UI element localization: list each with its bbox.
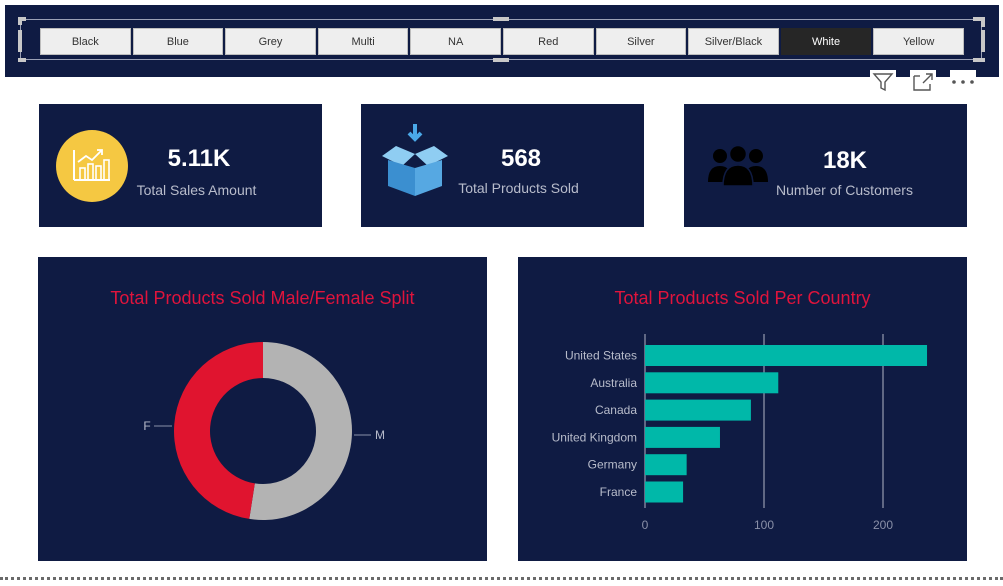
kpi-value: 5.11K xyxy=(167,145,231,172)
page-border-dotted xyxy=(0,577,1003,580)
bar-australia[interactable] xyxy=(645,372,779,394)
x-tick-label: 0 xyxy=(642,518,649,532)
slicer-option-yellow[interactable]: Yellow xyxy=(873,28,964,55)
category-label: United Kingdom xyxy=(552,430,637,444)
bar-canada[interactable] xyxy=(645,399,751,421)
category-label: United States xyxy=(565,349,637,363)
kpi-label: Total Sales Amount xyxy=(136,182,257,198)
slicer-option-multi[interactable]: Multi xyxy=(317,28,409,55)
kpi-label: Total Products Sold xyxy=(458,180,579,196)
filter-icon[interactable] xyxy=(870,70,896,94)
donut-label-m: M xyxy=(375,428,385,442)
slicer-option-na[interactable]: NA xyxy=(410,28,501,55)
donut-slice-m[interactable] xyxy=(249,342,352,520)
bar-germany[interactable] xyxy=(645,454,687,476)
resize-handle-top-right-v[interactable] xyxy=(981,17,985,27)
sales-chart-icon xyxy=(56,130,128,202)
donut-slice-f[interactable] xyxy=(173,342,263,519)
kpi-label: Number of Customers xyxy=(776,182,913,198)
resize-handle-top-left-v[interactable] xyxy=(18,17,22,25)
slicer-option-white[interactable]: White xyxy=(780,28,872,55)
customers-icon xyxy=(708,144,768,186)
donut-chart: FM xyxy=(143,342,385,520)
bar-chart-panel[interactable]: Total Products Sold Per Country 0 100 200 U… xyxy=(518,257,967,561)
color-slicer-options: Black Blue Grey Multi NA Red Silver Silv… xyxy=(40,28,964,55)
donut-chart-panel[interactable]: Total Products Sold Male/Female Split FM xyxy=(38,257,487,561)
category-label: Germany xyxy=(588,458,637,472)
slicer-option-blue[interactable]: Blue xyxy=(132,28,224,55)
bar-united-kingdom[interactable] xyxy=(645,426,720,448)
x-tick-label: 200 xyxy=(873,518,893,532)
resize-handle-left[interactable] xyxy=(18,30,22,52)
kpi-value: 568 xyxy=(500,145,542,172)
kpi-value: 18K xyxy=(822,147,868,174)
visual-header xyxy=(870,70,976,94)
slicer-option-red[interactable]: Red xyxy=(502,28,594,55)
resize-handle-bottom-left[interactable] xyxy=(18,58,26,62)
more-options-icon[interactable] xyxy=(950,70,976,94)
slicer-option-silver[interactable]: Silver xyxy=(595,28,687,55)
donut-label-f: F xyxy=(143,419,150,433)
kpi-card-products-sold[interactable]: 568 Total Products Sold xyxy=(361,104,644,227)
x-tick-label: 100 xyxy=(754,518,774,532)
focus-mode-icon[interactable] xyxy=(910,70,936,94)
category-label: Canada xyxy=(595,403,637,417)
resize-handle-bottom[interactable] xyxy=(493,58,509,62)
slicer-option-grey[interactable]: Grey xyxy=(225,28,316,55)
resize-handle-right[interactable] xyxy=(981,30,985,52)
bar-chart: 0 100 200 United States Australia Canada Unite… xyxy=(552,334,928,532)
bar-france[interactable] xyxy=(645,481,684,503)
slicer-option-silver-black[interactable]: Silver/Black xyxy=(688,28,779,55)
kpi-card-customers[interactable]: 18K Number of Customers xyxy=(684,104,967,227)
open-box-icon xyxy=(382,124,448,196)
resize-handle-bottom-right[interactable] xyxy=(973,58,985,62)
category-label: Australia xyxy=(590,376,637,390)
slicer-option-black[interactable]: Black xyxy=(40,28,131,55)
bar-united-states[interactable] xyxy=(645,345,928,366)
kpi-card-total-sales[interactable]: 5.11K Total Sales Amount xyxy=(39,104,322,227)
category-label: France xyxy=(600,485,638,499)
resize-handle-top[interactable] xyxy=(493,17,509,21)
